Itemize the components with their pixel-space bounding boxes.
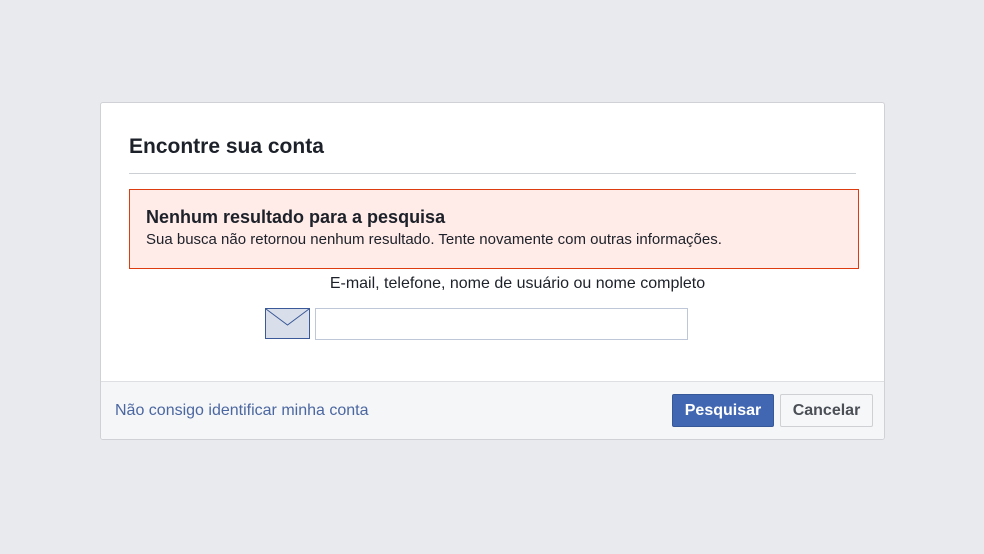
search-field-label: E-mail, telefone, nome de usuário ou nom… [329, 275, 706, 292]
error-title: Nenhum resultado para a pesquisa [146, 207, 446, 227]
search-input[interactable] [315, 308, 688, 340]
title-divider [129, 173, 856, 174]
dialog-footer: Não consigo identificar minha conta Pesq… [101, 381, 884, 439]
find-account-dialog: Encontre sua conta Nenhum resultado para… [100, 102, 885, 440]
search-button[interactable]: Pesquisar [672, 394, 774, 427]
error-box: Nenhum resultado para a pesquisa Sua bus… [129, 189, 859, 269]
envelope-icon [265, 308, 310, 339]
cancel-button[interactable]: Cancelar [780, 394, 873, 427]
cannot-identify-account-link[interactable]: Não consigo identificar minha conta [115, 402, 368, 420]
dialog-title: Encontre sua conta [129, 135, 324, 158]
error-message: Sua busca não retornou nenhum resultado.… [146, 231, 722, 248]
dialog-body: Encontre sua conta Nenhum resultado para… [101, 103, 884, 383]
